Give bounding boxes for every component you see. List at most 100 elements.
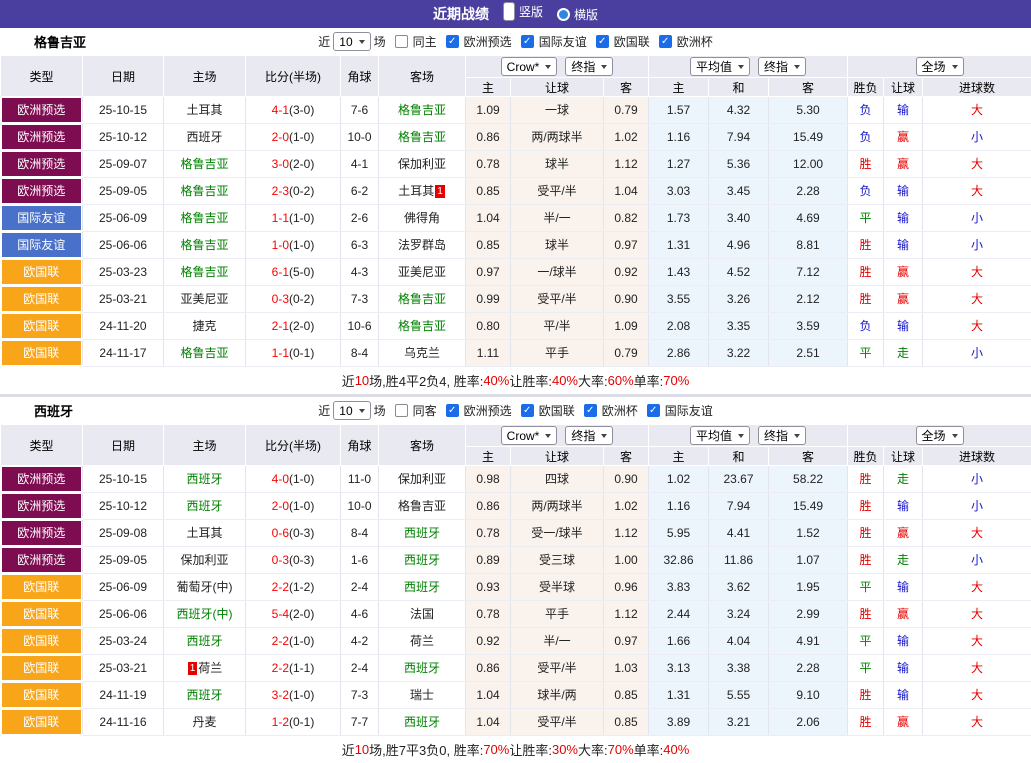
team-link[interactable]: 西班牙 xyxy=(186,130,222,144)
euro-away-odds: 1.52 xyxy=(769,519,848,546)
euro-odds-source-select[interactable]: 平均值 xyxy=(690,426,750,445)
asian-final-select[interactable]: 终指 xyxy=(565,426,613,445)
team-link[interactable]: 土耳其 xyxy=(186,103,222,117)
team-link[interactable]: 西班牙 xyxy=(186,634,222,648)
home-team-cell: 格鲁吉亚 xyxy=(164,231,246,258)
home-team-cell: 亚美尼亚 xyxy=(164,285,246,312)
team-link[interactable]: 西班牙 xyxy=(404,715,440,729)
scope-select[interactable]: 全场 xyxy=(916,57,964,76)
team-link[interactable]: 捷克 xyxy=(192,319,216,333)
team-link[interactable]: 格鲁吉亚 xyxy=(398,130,446,144)
competition-checkbox[interactable]: ✓ xyxy=(659,35,672,48)
team-link[interactable]: 丹麦 xyxy=(192,715,216,729)
team-link[interactable]: 土耳其 xyxy=(186,526,222,540)
team-link[interactable]: 西班牙 xyxy=(186,499,222,513)
sub-column-header: 让球 xyxy=(511,78,604,97)
euro-final-select[interactable]: 终指 xyxy=(758,57,806,76)
team-link[interactable]: 格鲁吉亚 xyxy=(180,184,228,198)
team-link[interactable]: 格鲁吉亚 xyxy=(398,499,446,513)
team-link[interactable]: 乌克兰 xyxy=(404,346,440,360)
team-link[interactable]: 葡萄牙(中) xyxy=(177,580,233,594)
team-link[interactable]: 荷兰 xyxy=(410,634,434,648)
same-venue-checkbox[interactable] xyxy=(395,35,408,48)
type-badge: 欧洲预选 xyxy=(2,98,82,122)
team-link[interactable]: 法罗群岛 xyxy=(398,238,446,252)
handicap-line: 球半 xyxy=(511,150,604,177)
team-link[interactable]: 瑞士 xyxy=(410,688,434,702)
home-team-cell: 葡萄牙(中) xyxy=(164,573,246,600)
competition-label: 国际友谊 xyxy=(665,402,713,419)
asian-home-odds: 0.85 xyxy=(466,177,511,204)
team-link[interactable]: 土耳其1 xyxy=(398,184,446,198)
competition-checkbox[interactable]: ✓ xyxy=(521,404,534,417)
away-team-cell: 佛得角 xyxy=(379,204,466,231)
away-team-cell: 西班牙 xyxy=(379,708,466,735)
recent-count-select[interactable]: 10 xyxy=(333,32,370,51)
team-link[interactable]: 格鲁吉亚 xyxy=(180,265,228,279)
team-link[interactable]: 格鲁吉亚 xyxy=(398,292,446,306)
scope-select[interactable]: 全场 xyxy=(916,426,964,445)
team-name-text: 格鲁吉亚 xyxy=(398,130,446,144)
summary-segment: 让胜率: xyxy=(509,371,552,390)
euro-odds-source-select[interactable]: 平均值 xyxy=(690,57,750,76)
team-link[interactable]: 西班牙(中) xyxy=(177,607,233,621)
recent-count-select[interactable]: 10 xyxy=(333,401,370,420)
team-link[interactable]: 格鲁吉亚 xyxy=(180,346,228,360)
team-link[interactable]: 保加利亚 xyxy=(180,553,228,567)
team-link[interactable]: 佛得角 xyxy=(404,211,440,225)
layout-radio[interactable]: 竖版 xyxy=(503,2,543,21)
table-head: 类型日期主场比分(半场)角球客场Crow*终指平均值终指全场主让球客主和客胜负让… xyxy=(1,425,1031,466)
same-venue-checkbox[interactable] xyxy=(395,404,408,417)
table-head: 类型日期主场比分(半场)角球客场Crow*终指平均值终指全场主让球客主和客胜负让… xyxy=(1,56,1031,97)
team-link[interactable]: 格鲁吉亚 xyxy=(398,319,446,333)
team-link[interactable]: 西班牙 xyxy=(404,553,440,567)
type-cell: 欧洲预选 xyxy=(1,492,83,519)
competition-checkbox[interactable]: ✓ xyxy=(647,404,660,417)
asian-home-odds: 0.98 xyxy=(466,466,511,493)
match-date: 25-10-12 xyxy=(83,492,164,519)
layout-radio[interactable]: 横版 xyxy=(557,6,598,23)
euro-final-select[interactable]: 终指 xyxy=(758,426,806,445)
asian-final-select[interactable]: 终指 xyxy=(565,57,613,76)
competition-checkbox[interactable]: ✓ xyxy=(446,404,459,417)
type-cell: 欧国联 xyxy=(1,681,83,708)
summary-segment: 60% xyxy=(608,373,634,388)
competition-checkbox[interactable]: ✓ xyxy=(596,35,609,48)
home-team-cell: 西班牙 xyxy=(164,123,246,150)
team-link[interactable]: 西班牙 xyxy=(186,472,222,486)
team-link[interactable]: 亚美尼亚 xyxy=(180,292,228,306)
team-link[interactable]: 1荷兰 xyxy=(187,661,223,675)
column-header: 主场 xyxy=(164,425,246,466)
asian-odds-source-select[interactable]: Crow* xyxy=(501,57,558,76)
full-score: 2-2 xyxy=(272,634,289,648)
team-link[interactable]: 格鲁吉亚 xyxy=(180,238,228,252)
table-row: 欧国联24-11-17格鲁吉亚1-1(0-1)8-4乌克兰1.11平手0.792… xyxy=(1,339,1031,366)
away-team-cell: 格鲁吉亚 xyxy=(379,312,466,339)
team-link[interactable]: 格鲁吉亚 xyxy=(180,211,228,225)
euro-away-odds: 1.07 xyxy=(769,546,848,573)
team-name-text: 瑞士 xyxy=(410,688,434,702)
team-link[interactable]: 格鲁吉亚 xyxy=(398,103,446,117)
team-link[interactable]: 西班牙 xyxy=(404,580,440,594)
team-link[interactable]: 西班牙 xyxy=(404,661,440,675)
competition-checkbox[interactable]: ✓ xyxy=(446,35,459,48)
competition-checkbox[interactable]: ✓ xyxy=(584,404,597,417)
team-link[interactable]: 法国 xyxy=(410,607,434,621)
goals-result-cell: 大 xyxy=(923,654,1031,681)
team-link[interactable]: 保加利亚 xyxy=(398,472,446,486)
euro-away-odds: 4.69 xyxy=(769,204,848,231)
competition-checkbox[interactable]: ✓ xyxy=(521,35,534,48)
result-cell: 胜 xyxy=(848,681,884,708)
chevron-down-icon xyxy=(794,65,800,69)
team-link[interactable]: 格鲁吉亚 xyxy=(180,157,228,171)
team-link[interactable]: 西班牙 xyxy=(186,688,222,702)
team-link[interactable]: 保加利亚 xyxy=(398,157,446,171)
type-cell: 欧国联 xyxy=(1,258,83,285)
team-link[interactable]: 西班牙 xyxy=(404,526,440,540)
team-link[interactable]: 亚美尼亚 xyxy=(398,265,446,279)
euro-home-odds: 1.27 xyxy=(649,150,709,177)
asian-odds-source-select[interactable]: Crow* xyxy=(501,426,558,445)
asian-away-odds: 0.79 xyxy=(604,339,649,366)
match-date: 25-03-23 xyxy=(83,258,164,285)
euro-away-odds: 2.28 xyxy=(769,177,848,204)
